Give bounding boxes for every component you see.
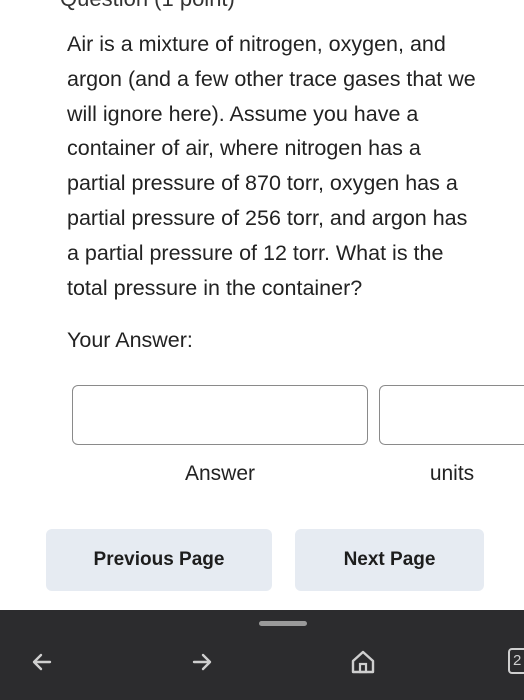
question-line: Air is a mixture of nitrogen, oxygen, an… bbox=[67, 32, 446, 56]
question-line: argon (and a few other trace gases that … bbox=[67, 66, 476, 91]
question-line: will ignore here). Assume you have a bbox=[67, 101, 419, 126]
answer-field-label: Answer bbox=[184, 462, 256, 485]
question-text: Air is a mixture of nitrogen, oxygen, an… bbox=[67, 27, 524, 305]
drag-handle[interactable] bbox=[259, 621, 307, 626]
next-page-button[interactable]: Next Page bbox=[295, 529, 484, 591]
question-line: partial pressure of 256 torr, and argon … bbox=[67, 205, 468, 230]
question-line: partial pressure of 870 torr, oxygen has… bbox=[67, 171, 458, 196]
page: Question (1 point) Air is a mixture of n… bbox=[0, 0, 524, 700]
browser-navigation-bar: 2 bbox=[0, 610, 524, 700]
your-answer-label: Your Answer: bbox=[67, 328, 193, 352]
question-heading: Question (1 point) bbox=[60, 0, 235, 12]
question-line: a partial pressure of 12 torr. What is t… bbox=[67, 240, 444, 265]
back-arrow-icon[interactable] bbox=[28, 648, 56, 676]
question-line: container of air, where nitrogen has a bbox=[67, 136, 421, 161]
question-line: total pressure in the container? bbox=[67, 275, 363, 300]
answer-input[interactable] bbox=[72, 385, 368, 445]
units-field-label: units bbox=[429, 462, 475, 485]
tabs-icon[interactable]: 2 bbox=[508, 648, 524, 674]
previous-page-button[interactable]: Previous Page bbox=[46, 529, 272, 591]
units-input[interactable] bbox=[379, 385, 524, 445]
home-icon[interactable] bbox=[349, 648, 377, 676]
forward-arrow-icon[interactable] bbox=[188, 648, 216, 676]
